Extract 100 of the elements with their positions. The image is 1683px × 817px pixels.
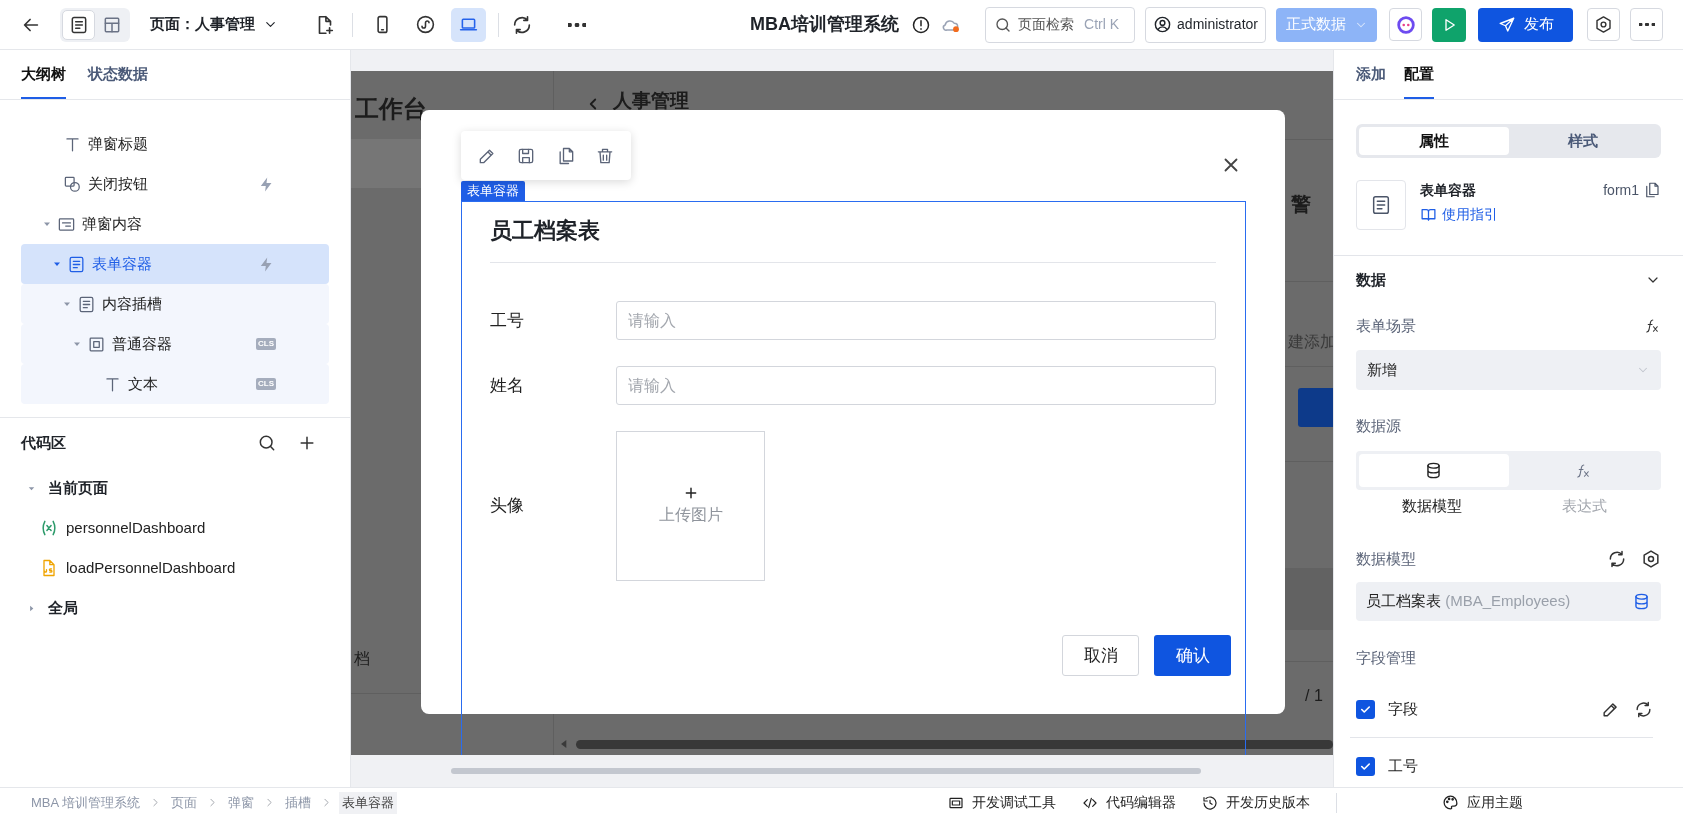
form-icon: [77, 294, 96, 314]
panel-tab[interactable]: 状态数据: [88, 51, 148, 99]
panel-tab[interactable]: 配置: [1404, 51, 1434, 99]
variable-icon: [39, 518, 59, 538]
cancel-button[interactable]: 取消: [1062, 635, 1139, 676]
cls-badge: CLS: [256, 338, 276, 350]
guide-link[interactable]: 使用指引: [1420, 204, 1498, 224]
source-option[interactable]: [1359, 454, 1509, 487]
selection-label: 表单容器: [461, 181, 525, 201]
group-label: 当前页面: [48, 477, 108, 498]
source-option-label: 表达式: [1561, 496, 1609, 516]
cls-badge: CLS: [256, 378, 276, 390]
expression-button[interactable]: [1643, 317, 1661, 335]
panel-tab[interactable]: 大纲树: [21, 51, 66, 99]
search-button[interactable]: [257, 433, 277, 453]
alert-icon: [911, 14, 932, 35]
component-id: form1: [1603, 181, 1639, 200]
copy-icon: [1643, 181, 1661, 199]
card-title: 警: [1291, 192, 1311, 217]
field-name: 字段: [1388, 698, 1418, 719]
scrollbar-thumb[interactable]: [451, 768, 1201, 774]
refresh-icon: [1634, 699, 1653, 719]
source-option-label: 数据模型: [1401, 496, 1464, 516]
field-label: 工号: [490, 309, 525, 332]
user-button[interactable]: administrator: [1145, 6, 1266, 43]
palette-icon: [1442, 794, 1459, 811]
data-model-field[interactable]: 员工档案表 (MBA_Employees): [1356, 582, 1661, 621]
tree-item-label: 内容插槽: [102, 293, 162, 314]
field-name: 工号: [1388, 755, 1418, 776]
text-input[interactable]: 请输入: [616, 366, 1216, 405]
tree-item-label: 弹窗标题: [88, 133, 148, 154]
tree-item-label: 文本: [128, 373, 158, 394]
code-group[interactable]: 全局: [0, 588, 350, 628]
more-icon: [1638, 23, 1655, 26]
code-item-label: personnelDashboard: [66, 517, 206, 538]
refresh-button[interactable]: [1634, 699, 1653, 719]
status-tool-button[interactable]: 代码编辑器: [1082, 792, 1176, 813]
checkbox[interactable]: [1356, 756, 1375, 776]
search-label: 页面检索: [1018, 15, 1075, 34]
component-name: 表单容器: [1420, 181, 1477, 200]
tree-item[interactable]: 表单容器: [21, 244, 329, 284]
tree-item[interactable]: 普通容器 CLS: [21, 324, 329, 364]
select-value: 新增: [1367, 359, 1397, 380]
breadcrumb-item[interactable]: 表单容器: [339, 791, 398, 814]
field-label: 姓名: [490, 374, 525, 397]
view-mode-tab[interactable]: [62, 9, 95, 40]
shortcut-hint: Ctrl K: [1084, 15, 1120, 34]
settings-button[interactable]: [1641, 549, 1661, 569]
fx-icon: [1643, 317, 1661, 335]
section-title: 数据: [1356, 269, 1386, 290]
config-tab[interactable]: 样式: [1508, 127, 1658, 155]
tree-item[interactable]: 文本 CLS: [21, 364, 329, 404]
more-button[interactable]: [1630, 8, 1663, 41]
confirm-button[interactable]: 确认: [1154, 635, 1231, 676]
tree-item-label: 弹窗内容: [82, 213, 142, 234]
text-input[interactable]: 请输入: [616, 301, 1216, 340]
refresh-icon: [1607, 549, 1627, 569]
field-label: 头像: [490, 495, 525, 518]
code-item[interactable]: loadPersonnelDashboard: [0, 548, 350, 588]
checkbox[interactable]: [1356, 699, 1375, 719]
send-icon: [1497, 15, 1516, 34]
pagination-text: / 1: [1305, 686, 1323, 706]
copy-button[interactable]: [1643, 180, 1661, 200]
tree-item[interactable]: 弹窗标题: [21, 124, 329, 164]
page-search-button[interactable]: 页面检索 Ctrl K: [985, 6, 1136, 43]
settings-icon: [1594, 15, 1613, 34]
tree-item-label: 普通容器: [112, 333, 172, 354]
tree-item[interactable]: 内容插槽: [21, 284, 329, 324]
tree-item-label: 表单容器: [92, 253, 152, 274]
tree-item[interactable]: 关闭按钮: [21, 164, 329, 204]
page-title: 工作台: [355, 94, 427, 124]
page-selector[interactable]: 页面：人事管理: [150, 13, 278, 36]
scene-select[interactable]: 新增: [1356, 350, 1661, 390]
code-item-label: loadPersonnelDashboard: [66, 557, 236, 578]
theme-button[interactable]: 应用主题: [1442, 792, 1523, 813]
tree-item-label: 关闭按钮: [88, 173, 148, 194]
user-icon: [1153, 15, 1173, 34]
assistant-button[interactable]: [1389, 8, 1422, 41]
property-label: 字段管理: [1356, 647, 1416, 668]
property-label: 数据模型: [1356, 548, 1416, 569]
code-group[interactable]: 当前页面: [0, 468, 350, 508]
status-tool-button[interactable]: 开发历史版本: [1202, 792, 1310, 813]
settings-button[interactable]: [1587, 8, 1620, 41]
panel-tab[interactable]: 添加: [1356, 51, 1386, 99]
code-item[interactable]: personnelDashboard: [0, 508, 350, 548]
settings-icon: [1641, 549, 1661, 569]
robot-face-icon: [1394, 13, 1417, 36]
tree-item[interactable]: 弹窗内容: [21, 204, 329, 244]
property-label: 表单场景: [1356, 315, 1416, 336]
status-tool-button[interactable]: 开发调试工具: [948, 792, 1056, 813]
history-icon: [1202, 794, 1218, 811]
config-tab[interactable]: 属性: [1359, 127, 1509, 155]
square-circle-icon: [63, 174, 82, 194]
search-icon: [257, 433, 277, 453]
list-item-text: 档: [354, 649, 370, 669]
preview-button[interactable]: [1432, 7, 1466, 42]
refresh-button[interactable]: [1607, 549, 1627, 569]
publish-button[interactable]: 发布: [1478, 7, 1573, 42]
refresh-icon: [511, 13, 533, 36]
form-title: 员工档案表: [490, 217, 601, 245]
